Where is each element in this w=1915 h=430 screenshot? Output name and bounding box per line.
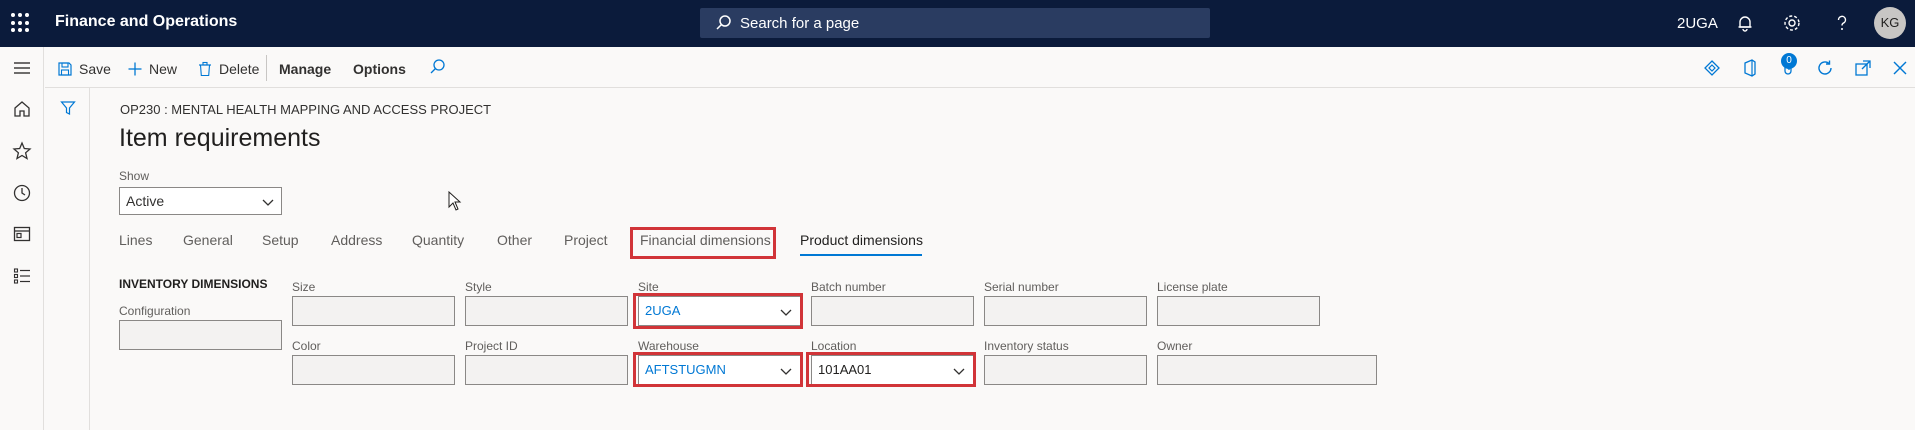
inventory-dimensions-heading: INVENTORY DIMENSIONS [119, 277, 268, 291]
save-button[interactable]: Save [57, 59, 111, 79]
clock-icon[interactable] [11, 182, 33, 204]
page-title: Item requirements [119, 124, 321, 152]
search-icon [716, 15, 731, 30]
location-label: Location [811, 339, 857, 353]
batch-number-field[interactable] [811, 296, 974, 326]
chevron-down-icon [262, 199, 274, 206]
serial-number-field[interactable] [984, 296, 1147, 326]
tab-other[interactable]: Other [497, 232, 532, 248]
license-plate-field[interactable] [1157, 296, 1320, 326]
owner-field[interactable] [1157, 355, 1377, 385]
tab-lines[interactable]: Lines [119, 232, 152, 248]
highlight-site [633, 293, 803, 329]
workspace-icon[interactable] [11, 223, 33, 245]
trash-icon [199, 61, 211, 77]
record-caption: OP230 : MENTAL HEALTH MAPPING AND ACCESS… [120, 102, 492, 117]
power-apps-icon[interactable] [1702, 58, 1722, 78]
color-label: Color [292, 339, 321, 353]
style-label: Style [465, 280, 492, 294]
app-title[interactable]: Finance and Operations [55, 13, 237, 31]
open-new-window-icon[interactable] [1853, 58, 1873, 78]
inventory-status-label: Inventory status [984, 339, 1069, 353]
style-field[interactable] [465, 296, 628, 326]
modules-list-icon[interactable] [11, 265, 33, 287]
tab-project[interactable]: Project [564, 232, 608, 248]
save-label: Save [79, 61, 111, 77]
bell-icon[interactable] [1735, 13, 1755, 33]
size-label: Size [292, 280, 316, 294]
home-icon[interactable] [11, 98, 33, 120]
project-id-field[interactable] [465, 355, 628, 385]
active-tab-indicator [800, 254, 922, 256]
manage-tab[interactable]: Manage [279, 59, 331, 79]
warehouse-label: Warehouse [638, 339, 699, 353]
star-icon[interactable] [11, 140, 33, 162]
new-button[interactable]: New [127, 59, 177, 79]
action-separator [266, 55, 267, 81]
filter-icon[interactable] [60, 100, 76, 116]
show-label: Show [119, 169, 150, 183]
app-launcher-icon[interactable] [11, 13, 31, 33]
plus-icon [128, 62, 142, 76]
tab-product-dimensions[interactable]: Product dimensions [800, 232, 923, 248]
highlight-location [806, 352, 976, 387]
save-icon [58, 62, 72, 76]
color-field[interactable] [292, 355, 455, 385]
company-selector[interactable]: 2UGA [1677, 15, 1718, 32]
search-placeholder: Search for a page [740, 15, 860, 32]
show-value: Active [126, 193, 165, 209]
action-pane: Save New Delete Manage Options [45, 47, 1915, 88]
options-tab[interactable]: Options [353, 59, 406, 79]
project-id-label: Project ID [465, 339, 518, 353]
tab-setup[interactable]: Setup [262, 232, 299, 248]
delete-label: Delete [219, 61, 260, 77]
tab-quantity[interactable]: Quantity [412, 232, 464, 248]
batch-number-label: Batch number [811, 280, 886, 294]
refresh-icon[interactable] [1815, 58, 1835, 78]
tab-general[interactable]: General [183, 232, 233, 248]
highlight-financial-dimensions [630, 227, 776, 259]
office-icon[interactable] [1740, 58, 1760, 78]
notification-badge: 0 [1781, 53, 1797, 69]
avatar[interactable]: KG [1874, 7, 1906, 39]
search-box[interactable]: Search for a page [700, 8, 1210, 38]
configuration-field[interactable] [119, 320, 282, 350]
tab-address[interactable]: Address [331, 232, 382, 248]
new-label: New [149, 61, 178, 77]
filter-pane [45, 88, 90, 430]
action-search-icon[interactable] [427, 57, 447, 77]
license-plate-label: License plate [1157, 280, 1228, 294]
hamburger-icon[interactable] [11, 57, 33, 79]
close-icon[interactable] [1890, 58, 1910, 78]
site-label: Site [638, 280, 659, 294]
configuration-label: Configuration [119, 304, 191, 318]
top-bar: Finance and Operations Search for a page… [0, 0, 1915, 47]
help-icon[interactable] [1832, 13, 1852, 33]
gear-icon[interactable] [1782, 13, 1802, 33]
inventory-status-field[interactable] [984, 355, 1147, 385]
delete-button[interactable]: Delete [197, 59, 259, 79]
left-navigation [0, 47, 44, 430]
size-field[interactable] [292, 296, 455, 326]
serial-number-label: Serial number [984, 280, 1059, 294]
highlight-warehouse [633, 352, 803, 387]
owner-label: Owner [1157, 339, 1193, 353]
show-dropdown[interactable]: Active [119, 187, 282, 215]
mouse-cursor-icon [448, 191, 462, 211]
